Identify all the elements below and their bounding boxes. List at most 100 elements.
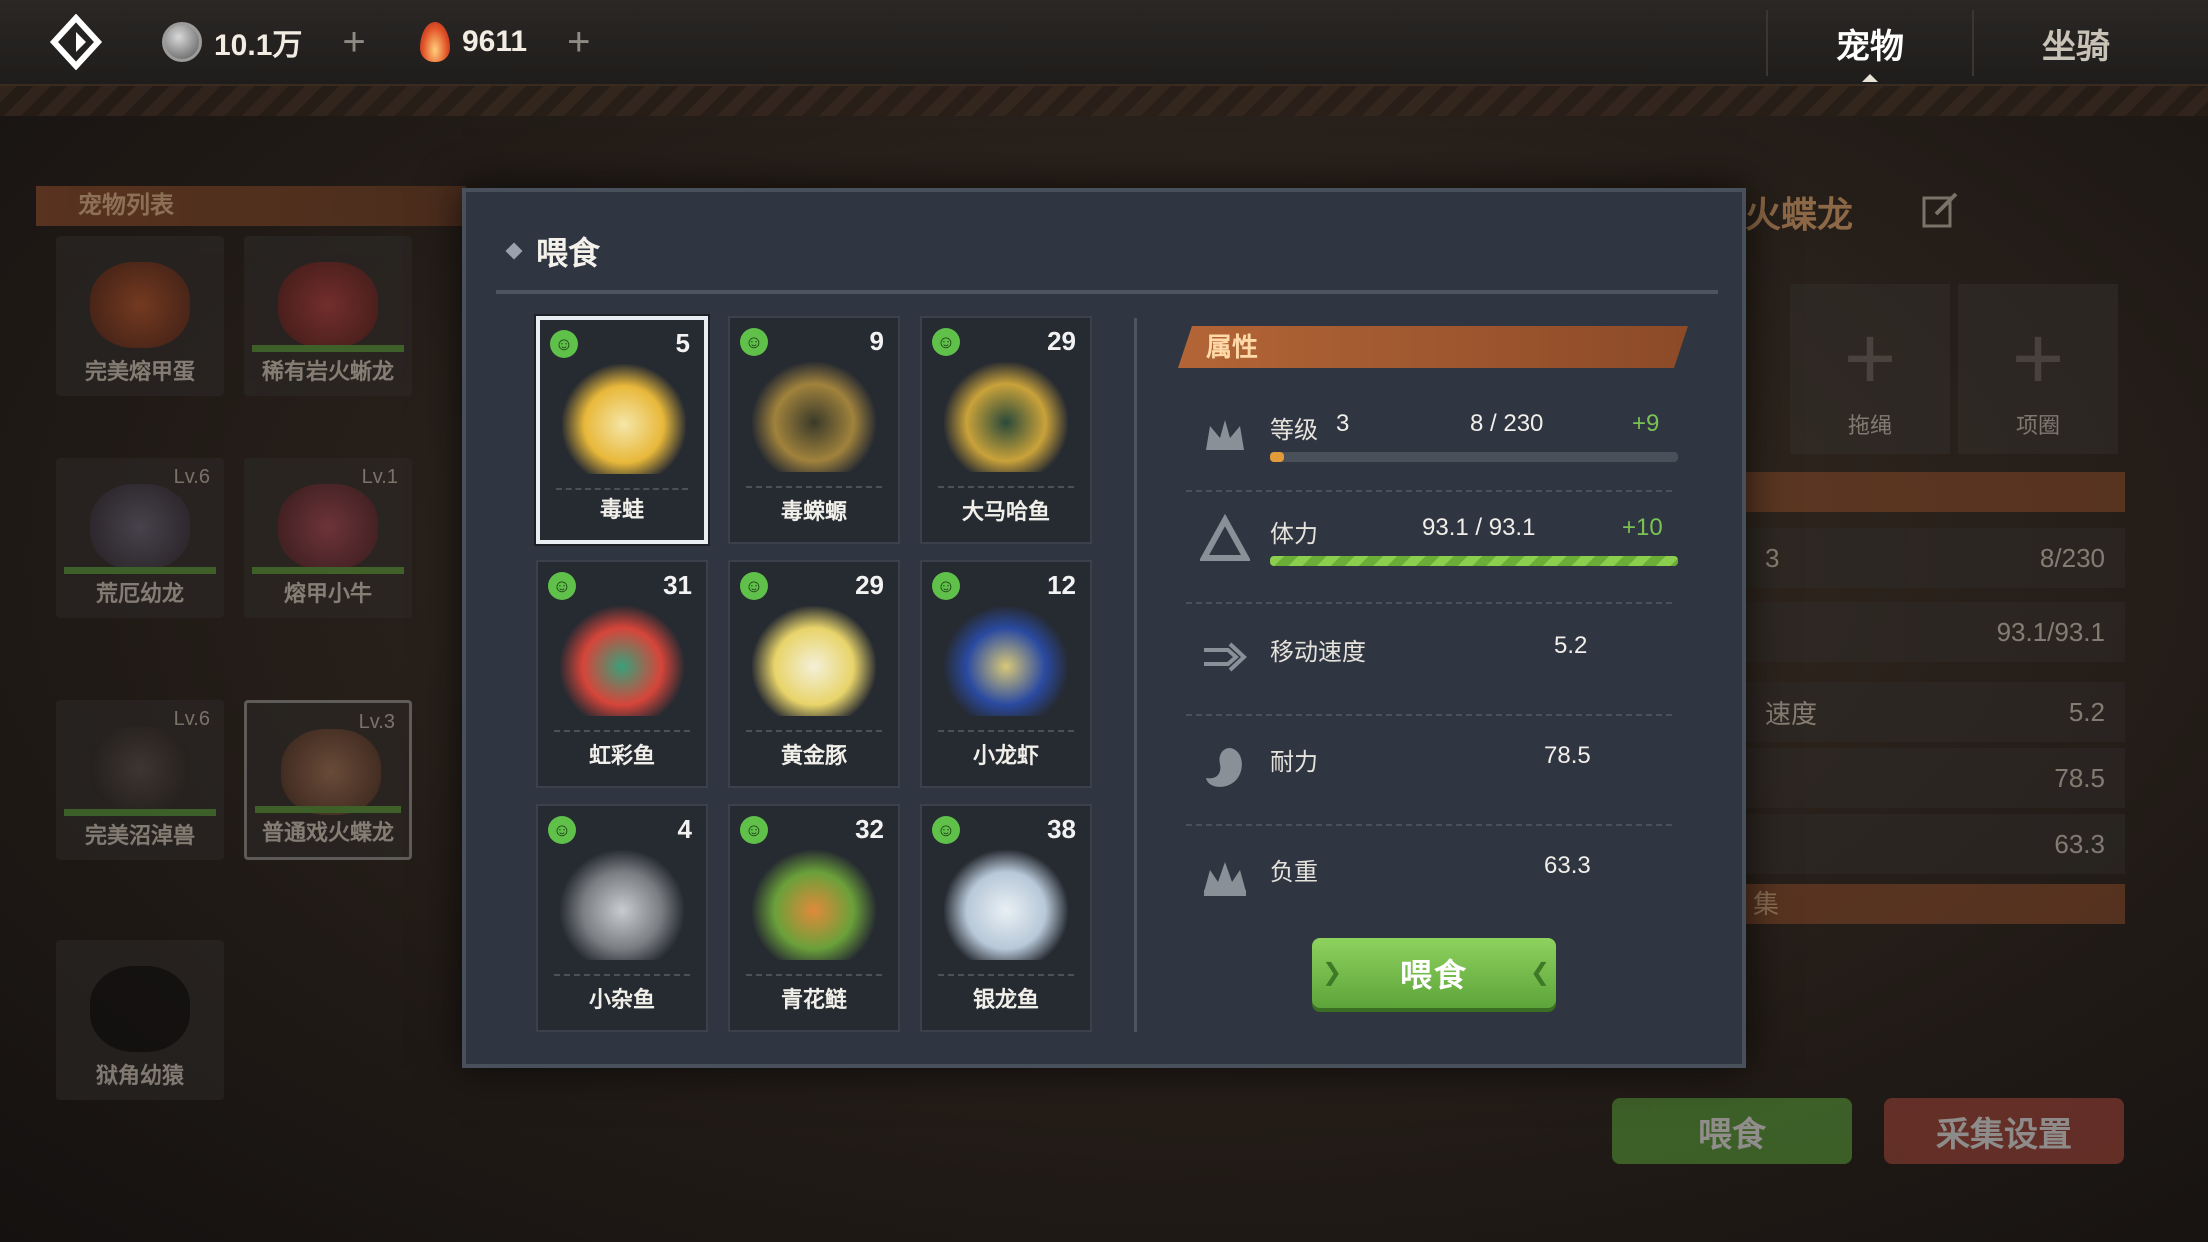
stat-row: 3 8/230 xyxy=(1745,528,2125,588)
plus-icon: + xyxy=(1843,309,1897,409)
speed-value: 5.2 xyxy=(1554,632,1588,659)
food-count: 12 xyxy=(1047,570,1076,600)
happy-face-icon: ☺ xyxy=(550,330,578,358)
pet-level: Lv.6 xyxy=(173,708,210,730)
food-card[interactable]: ☺ 29 大马哈鱼 xyxy=(920,316,1092,544)
coin-icon xyxy=(162,22,202,62)
happy-face-icon: ☺ xyxy=(932,572,960,600)
pet-card[interactable]: Lv.6 完美沼淖兽 xyxy=(56,700,224,860)
stamina-progress-track xyxy=(1270,556,1678,566)
stat-label: 3 xyxy=(1765,542,1780,573)
gather-settings-button[interactable]: 采集设置 xyxy=(1884,1098,2124,1164)
attr-speed-row: 移动速度 5.2 xyxy=(1186,618,1696,698)
food-image xyxy=(944,606,1068,716)
food-card[interactable]: ☺ 31 虹彩鱼 xyxy=(536,560,708,788)
pet-card[interactable]: 稀有岩火蜥龙 xyxy=(244,236,412,396)
food-card[interactable]: ☺ 32 青花鲢 xyxy=(728,804,900,1032)
coin-amount: 10.1万 xyxy=(214,29,303,62)
pet-card[interactable]: 完美熔甲蛋 xyxy=(56,236,224,396)
feed-button[interactable]: ❯ 喂食 ❮ xyxy=(1312,938,1556,1008)
food-image xyxy=(562,364,686,474)
add-coins-button[interactable]: + xyxy=(342,20,365,65)
food-count: 5 xyxy=(675,328,690,358)
gather-section-header[interactable]: 集 xyxy=(1745,884,2125,924)
attributes-header: 属性 xyxy=(1178,326,1688,368)
stat-value: 78.5 xyxy=(2054,762,2105,793)
exp-progress-track xyxy=(1270,452,1678,462)
slot-leash[interactable]: + 拖绳 xyxy=(1790,284,1950,454)
pet-card[interactable]: Lv.6 荒厄幼龙 xyxy=(56,458,224,618)
top-bar: 10.1万 + 9611 + 宠物 坐骑 xyxy=(0,0,2208,86)
food-name: 小杂鱼 xyxy=(588,987,655,1012)
stat-value: 5.2 xyxy=(2068,696,2105,727)
stat-row: 速度 5.2 xyxy=(1745,682,2125,742)
modal-title-text: 喂食 xyxy=(536,235,601,271)
attr-label: 耐力 xyxy=(1270,749,1318,776)
pet-name: 完美沼淖兽 xyxy=(84,823,195,848)
feed-button-label: 喂食 xyxy=(1399,957,1468,993)
pet-name: 荒厄幼龙 xyxy=(95,581,184,606)
plus-icon: + xyxy=(2011,309,2065,409)
endurance-stomach-icon xyxy=(1206,748,1242,787)
feed-modal: 喂食 ☺ 5 毒蛙 ☺ 9 毒蝾螈 ☺ 29 大马哈鱼 ☺ 31 虹彩鱼 ☺ 29 黄金豚 ☺ 12 小龙虾 ☺ 4 小… xyxy=(462,188,1746,1068)
pet-name: 完美熔甲蛋 xyxy=(84,359,195,384)
add-gems-button[interactable]: + xyxy=(567,20,590,65)
stamina-triangle-icon xyxy=(1200,514,1250,561)
speed-arrows-icon xyxy=(1204,642,1247,672)
food-count: 31 xyxy=(663,570,692,600)
food-count: 29 xyxy=(855,570,884,600)
attr-level-row: 等级 3 8 / 230 +9 xyxy=(1186,396,1696,476)
happy-face-icon: ☺ xyxy=(740,572,768,600)
food-card-selected[interactable]: ☺ 5 毒蛙 xyxy=(536,316,708,544)
feed-button-bg[interactable]: 喂食 xyxy=(1612,1098,1852,1164)
exp-value: 8 / 230 xyxy=(1470,410,1544,437)
food-name: 大马哈鱼 xyxy=(961,499,1050,524)
happy-face-icon: ☺ xyxy=(740,328,768,356)
pet-progress-bar xyxy=(255,806,401,813)
food-card-separator xyxy=(556,488,688,490)
tab-pets[interactable]: 宠物 xyxy=(1766,10,1972,82)
pet-egg-image xyxy=(90,262,190,348)
edit-icon[interactable] xyxy=(1920,190,1960,230)
food-card[interactable]: ☺ 9 毒蝾螈 xyxy=(728,316,900,544)
food-card-separator xyxy=(746,974,882,976)
tab-mounts[interactable]: 坐骑 xyxy=(1972,10,2178,76)
top-tabs: 宠物 坐骑 xyxy=(1766,10,2178,82)
happy-face-icon: ☺ xyxy=(548,572,576,600)
gem-amount: 9611 xyxy=(462,25,528,58)
endurance-value: 78.5 xyxy=(1544,742,1591,769)
pet-card[interactable]: 狱角幼猿 xyxy=(56,940,224,1100)
pet-image xyxy=(281,729,381,815)
food-card-separator xyxy=(938,486,1074,488)
food-image xyxy=(944,850,1068,960)
happy-face-icon: ☺ xyxy=(548,816,576,844)
food-card[interactable]: ☺ 38 银龙鱼 xyxy=(920,804,1092,1032)
stat-row: 63.3 xyxy=(1745,814,2125,874)
food-image xyxy=(560,850,684,960)
pet-progress-bar xyxy=(252,567,404,574)
food-name: 小龙虾 xyxy=(972,743,1039,768)
attr-separator xyxy=(1186,824,1672,826)
modal-divider xyxy=(496,290,1718,294)
slot-collar[interactable]: + 项圈 xyxy=(1958,284,2118,454)
food-image xyxy=(752,850,876,960)
food-name: 毒蝾螈 xyxy=(780,499,847,524)
modal-title: 喂食 xyxy=(505,228,601,274)
food-name: 银龙鱼 xyxy=(972,987,1039,1012)
chevron-left-icon: ❯ xyxy=(1322,959,1345,986)
pet-list-header: 宠物列表 xyxy=(36,186,466,226)
pet-level: Lv.3 xyxy=(358,711,395,733)
food-card[interactable]: ☺ 4 小杂鱼 xyxy=(536,804,708,1032)
coin-currency: 10.1万 + xyxy=(162,18,366,66)
pet-card-selected[interactable]: Lv.3 普通戏火蝶龙 xyxy=(244,700,412,860)
pet-card[interactable]: Lv.1 熔甲小牛 xyxy=(244,458,412,618)
stat-value: 63.3 xyxy=(2054,828,2105,859)
food-card[interactable]: ☺ 29 黄金豚 xyxy=(728,560,900,788)
happy-face-icon: ☺ xyxy=(740,816,768,844)
back-logo-icon[interactable] xyxy=(48,14,104,70)
decorative-strip xyxy=(0,86,2208,116)
happy-face-icon: ☺ xyxy=(932,816,960,844)
section-header-bar[interactable] xyxy=(1745,472,2125,512)
stat-row: 78.5 xyxy=(1745,748,2125,808)
food-card[interactable]: ☺ 12 小龙虾 xyxy=(920,560,1092,788)
